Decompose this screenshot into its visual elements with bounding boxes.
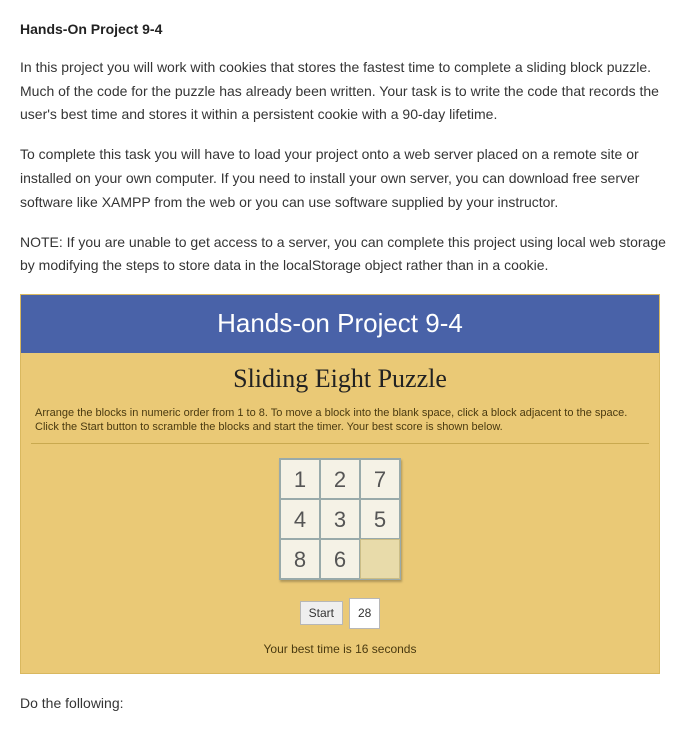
app-subtitle: Sliding Eight Puzzle (21, 353, 659, 403)
tile-0[interactable]: 1 (280, 459, 320, 499)
tile-5[interactable]: 5 (360, 499, 400, 539)
tile-3[interactable]: 4 (280, 499, 320, 539)
intro-paragraph-2: To complete this task you will have to l… (20, 143, 674, 214)
app-instructions: Arrange the blocks in numeric order from… (21, 404, 659, 442)
tile-4[interactable]: 3 (320, 499, 360, 539)
intro-paragraph-3: NOTE: If you are unable to get access to… (20, 231, 674, 279)
puzzle-app: Hands-on Project 9-4 Sliding Eight Puzzl… (20, 294, 660, 674)
tile-2[interactable]: 7 (360, 459, 400, 499)
page-title: Hands-On Project 9-4 (20, 18, 674, 42)
best-time-text: Your best time is 16 seconds (21, 635, 659, 673)
intro-paragraph-1: In this project you will work with cooki… (20, 56, 674, 127)
followup-text: Do the following: (20, 692, 674, 716)
tile-6[interactable]: 8 (280, 539, 320, 579)
controls-row: Start 28 (21, 598, 659, 628)
tile-blank (360, 539, 400, 579)
start-button[interactable]: Start (300, 601, 343, 625)
tile-1[interactable]: 2 (320, 459, 360, 499)
puzzle-board: 1 2 7 4 3 5 8 6 (279, 458, 401, 580)
divider (31, 443, 649, 444)
timer-display: 28 (349, 598, 380, 628)
tile-7[interactable]: 6 (320, 539, 360, 579)
app-banner: Hands-on Project 9-4 (21, 295, 659, 353)
